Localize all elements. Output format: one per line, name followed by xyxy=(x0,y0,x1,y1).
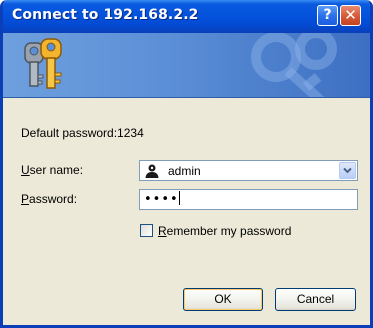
username-dropdown-button[interactable] xyxy=(339,162,356,179)
default-password-hint: Default password:1234 xyxy=(21,126,144,140)
header-banner xyxy=(3,33,370,98)
username-label-accesskey: U xyxy=(21,163,30,177)
password-label: Password: xyxy=(21,192,77,206)
text-caret xyxy=(178,191,180,205)
password-field[interactable]: •••• xyxy=(139,189,358,210)
username-label: User name: xyxy=(21,163,83,177)
title-bar[interactable]: Connect to 192.168.2.2 ? ✕ xyxy=(3,0,370,33)
chevron-down-icon xyxy=(343,167,352,174)
remember-password-checkbox[interactable] xyxy=(140,224,153,237)
password-label-accesskey: P xyxy=(21,192,30,206)
ok-button[interactable]: OK xyxy=(183,288,263,311)
close-button[interactable]: ✕ xyxy=(340,5,361,26)
username-label-text: ser name: xyxy=(29,163,84,177)
login-dialog: Connect to 192.168.2.2 ? ✕ Default passw… xyxy=(0,0,373,328)
username-value: admin xyxy=(168,164,201,178)
password-value: •••• xyxy=(144,192,179,207)
password-label-text: assword: xyxy=(29,192,78,206)
help-button[interactable]: ? xyxy=(317,5,338,26)
remember-label-accesskey: R xyxy=(158,224,167,238)
user-icon xyxy=(145,164,159,178)
cancel-button[interactable]: Cancel xyxy=(275,288,356,311)
keys-watermark-icon xyxy=(251,33,337,97)
keys-icon xyxy=(24,38,62,89)
password-value-wrap: •••• xyxy=(144,191,180,207)
remember-label-text: emember my password xyxy=(166,224,292,238)
close-icon: ✕ xyxy=(344,6,357,24)
dialog-title: Connect to 192.168.2.2 xyxy=(12,7,199,23)
username-combobox[interactable]: admin xyxy=(139,160,358,181)
remember-password-label[interactable]: Remember my password xyxy=(158,224,291,238)
help-icon: ? xyxy=(323,7,332,23)
